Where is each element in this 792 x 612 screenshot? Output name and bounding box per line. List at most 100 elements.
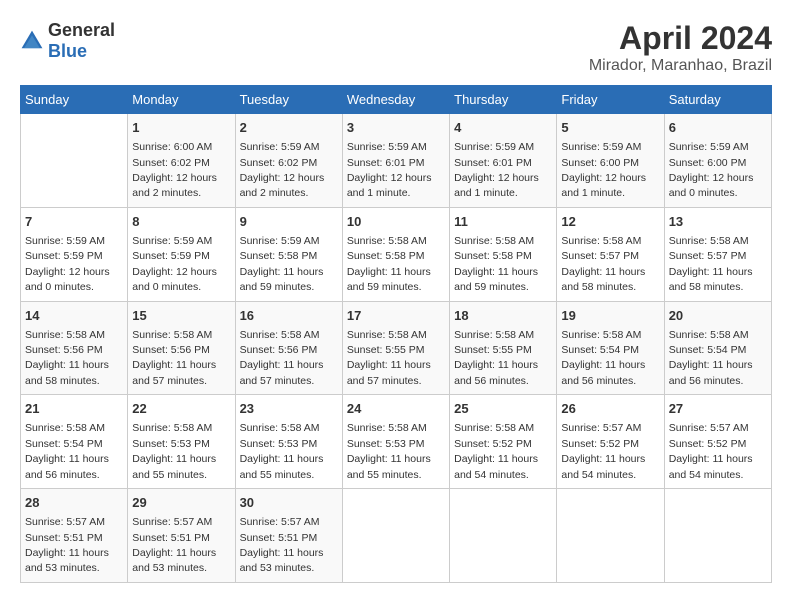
day-number: 5 [561, 119, 659, 137]
day-number: 11 [454, 213, 552, 231]
day-number: 28 [25, 494, 123, 512]
daylight: Daylight: 11 hours and 58 minutes. [25, 359, 109, 386]
sunrise: Sunrise: 5:58 AM [240, 329, 320, 341]
calendar-cell: 12 Sunrise: 5:58 AM Sunset: 5:57 PM Dayl… [557, 207, 664, 301]
sunset: Sunset: 5:53 PM [240, 438, 318, 450]
day-number: 8 [132, 213, 230, 231]
calendar-table: SundayMondayTuesdayWednesdayThursdayFrid… [20, 85, 772, 583]
day-number: 17 [347, 307, 445, 325]
calendar-cell: 15 Sunrise: 5:58 AM Sunset: 5:56 PM Dayl… [128, 301, 235, 395]
day-number: 16 [240, 307, 338, 325]
sunrise: Sunrise: 5:58 AM [132, 422, 212, 434]
daylight: Daylight: 11 hours and 55 minutes. [240, 453, 324, 480]
calendar-cell [21, 114, 128, 208]
sunrise: Sunrise: 5:59 AM [25, 235, 105, 247]
day-number: 7 [25, 213, 123, 231]
daylight: Daylight: 12 hours and 0 minutes. [132, 266, 217, 293]
calendar-cell: 20 Sunrise: 5:58 AM Sunset: 5:54 PM Dayl… [664, 301, 771, 395]
sunset: Sunset: 5:54 PM [25, 438, 103, 450]
sunrise: Sunrise: 5:59 AM [240, 235, 320, 247]
week-row: 28 Sunrise: 5:57 AM Sunset: 5:51 PM Dayl… [21, 489, 772, 583]
sunrise: Sunrise: 5:58 AM [25, 422, 105, 434]
calendar-cell: 14 Sunrise: 5:58 AM Sunset: 5:56 PM Dayl… [21, 301, 128, 395]
calendar-cell: 24 Sunrise: 5:58 AM Sunset: 5:53 PM Dayl… [342, 395, 449, 489]
day-number: 20 [669, 307, 767, 325]
week-row: 7 Sunrise: 5:59 AM Sunset: 5:59 PM Dayli… [21, 207, 772, 301]
sunrise: Sunrise: 5:57 AM [669, 422, 749, 434]
header-wednesday: Wednesday [342, 86, 449, 114]
daylight: Daylight: 11 hours and 55 minutes. [132, 453, 216, 480]
header-tuesday: Tuesday [235, 86, 342, 114]
calendar-cell: 26 Sunrise: 5:57 AM Sunset: 5:52 PM Dayl… [557, 395, 664, 489]
daylight: Daylight: 11 hours and 58 minutes. [561, 266, 645, 293]
sunset: Sunset: 5:58 PM [347, 250, 425, 262]
daylight: Daylight: 11 hours and 59 minutes. [454, 266, 538, 293]
week-row: 14 Sunrise: 5:58 AM Sunset: 5:56 PM Dayl… [21, 301, 772, 395]
month-title: April 2024 [589, 20, 772, 57]
daylight: Daylight: 11 hours and 53 minutes. [25, 547, 109, 574]
sunset: Sunset: 5:53 PM [132, 438, 210, 450]
daylight: Daylight: 11 hours and 53 minutes. [240, 547, 324, 574]
calendar-cell: 2 Sunrise: 5:59 AM Sunset: 6:02 PM Dayli… [235, 114, 342, 208]
day-number: 19 [561, 307, 659, 325]
calendar-cell: 11 Sunrise: 5:58 AM Sunset: 5:58 PM Dayl… [450, 207, 557, 301]
daylight: Daylight: 11 hours and 56 minutes. [669, 359, 753, 386]
day-number: 21 [25, 400, 123, 418]
calendar-cell: 6 Sunrise: 5:59 AM Sunset: 6:00 PM Dayli… [664, 114, 771, 208]
calendar-cell: 22 Sunrise: 5:58 AM Sunset: 5:53 PM Dayl… [128, 395, 235, 489]
sunset: Sunset: 6:02 PM [240, 157, 318, 169]
sunrise: Sunrise: 6:00 AM [132, 141, 212, 153]
calendar-cell: 10 Sunrise: 5:58 AM Sunset: 5:58 PM Dayl… [342, 207, 449, 301]
sunset: Sunset: 5:57 PM [561, 250, 639, 262]
sunset: Sunset: 5:56 PM [240, 344, 318, 356]
day-number: 15 [132, 307, 230, 325]
day-number: 1 [132, 119, 230, 137]
daylight: Daylight: 11 hours and 59 minutes. [240, 266, 324, 293]
calendar-cell: 28 Sunrise: 5:57 AM Sunset: 5:51 PM Dayl… [21, 489, 128, 583]
sunrise: Sunrise: 5:58 AM [240, 422, 320, 434]
calendar-cell [664, 489, 771, 583]
sunset: Sunset: 5:52 PM [669, 438, 747, 450]
day-number: 22 [132, 400, 230, 418]
calendar-cell: 21 Sunrise: 5:58 AM Sunset: 5:54 PM Dayl… [21, 395, 128, 489]
sunset: Sunset: 6:01 PM [347, 157, 425, 169]
calendar-cell: 23 Sunrise: 5:58 AM Sunset: 5:53 PM Dayl… [235, 395, 342, 489]
day-number: 25 [454, 400, 552, 418]
header-monday: Monday [128, 86, 235, 114]
sunset: Sunset: 5:52 PM [561, 438, 639, 450]
daylight: Daylight: 12 hours and 2 minutes. [132, 172, 217, 199]
sunrise: Sunrise: 5:58 AM [347, 329, 427, 341]
sunset: Sunset: 5:52 PM [454, 438, 532, 450]
calendar-cell: 19 Sunrise: 5:58 AM Sunset: 5:54 PM Dayl… [557, 301, 664, 395]
calendar-cell: 5 Sunrise: 5:59 AM Sunset: 6:00 PM Dayli… [557, 114, 664, 208]
sunset: Sunset: 6:00 PM [669, 157, 747, 169]
day-number: 3 [347, 119, 445, 137]
sunrise: Sunrise: 5:57 AM [132, 516, 212, 528]
daylight: Daylight: 11 hours and 57 minutes. [132, 359, 216, 386]
calendar-cell: 17 Sunrise: 5:58 AM Sunset: 5:55 PM Dayl… [342, 301, 449, 395]
calendar-cell: 25 Sunrise: 5:58 AM Sunset: 5:52 PM Dayl… [450, 395, 557, 489]
sunrise: Sunrise: 5:57 AM [25, 516, 105, 528]
daylight: Daylight: 12 hours and 1 minute. [454, 172, 539, 199]
daylight: Daylight: 12 hours and 1 minute. [561, 172, 646, 199]
calendar-cell: 4 Sunrise: 5:59 AM Sunset: 6:01 PM Dayli… [450, 114, 557, 208]
calendar-cell: 8 Sunrise: 5:59 AM Sunset: 5:59 PM Dayli… [128, 207, 235, 301]
sunset: Sunset: 5:58 PM [240, 250, 318, 262]
day-number: 6 [669, 119, 767, 137]
sunrise: Sunrise: 5:59 AM [561, 141, 641, 153]
daylight: Daylight: 11 hours and 57 minutes. [240, 359, 324, 386]
calendar-cell: 13 Sunrise: 5:58 AM Sunset: 5:57 PM Dayl… [664, 207, 771, 301]
day-number: 18 [454, 307, 552, 325]
sunset: Sunset: 5:54 PM [669, 344, 747, 356]
sunrise: Sunrise: 5:59 AM [454, 141, 534, 153]
daylight: Daylight: 11 hours and 57 minutes. [347, 359, 431, 386]
sunrise: Sunrise: 5:58 AM [454, 329, 534, 341]
sunset: Sunset: 5:51 PM [240, 532, 318, 544]
sunset: Sunset: 5:59 PM [25, 250, 103, 262]
sunset: Sunset: 5:56 PM [25, 344, 103, 356]
day-number: 2 [240, 119, 338, 137]
sunrise: Sunrise: 5:58 AM [25, 329, 105, 341]
calendar-cell: 30 Sunrise: 5:57 AM Sunset: 5:51 PM Dayl… [235, 489, 342, 583]
sunset: Sunset: 5:55 PM [347, 344, 425, 356]
sunrise: Sunrise: 5:58 AM [347, 422, 427, 434]
